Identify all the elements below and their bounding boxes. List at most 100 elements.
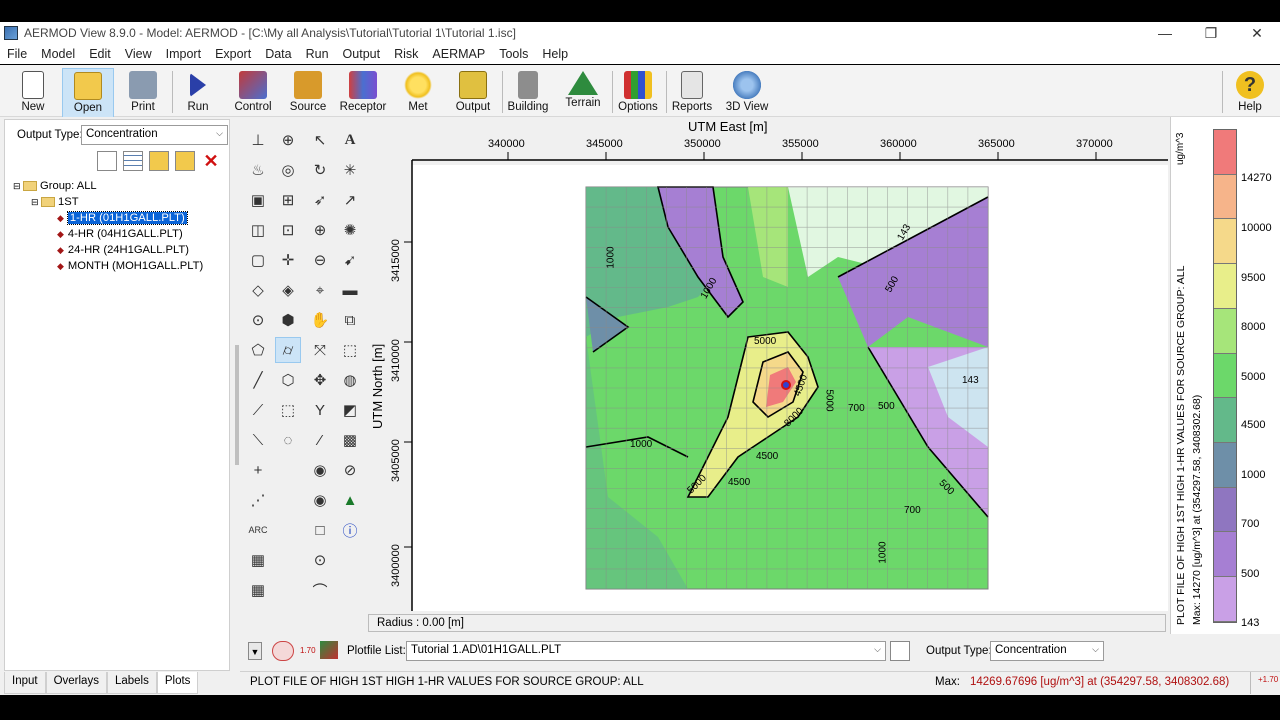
line-icon[interactable]: ⟍ — [245, 427, 271, 453]
circle-tool-icon[interactable]: ⊙ — [307, 547, 333, 573]
zoom-in-icon[interactable]: ⊕ — [307, 217, 333, 243]
preview-plot-icon[interactable] — [890, 641, 910, 661]
menu-file[interactable]: File — [0, 47, 34, 61]
delete-icon[interactable]: ✕ — [201, 151, 221, 171]
export-folder-icon[interactable] — [149, 151, 169, 171]
rectangle-icon[interactable]: □ — [307, 517, 333, 543]
node-icon[interactable]: ⊡ — [275, 217, 301, 243]
expand-icon[interactable]: ✥ — [307, 367, 333, 393]
menu-view[interactable]: View — [118, 47, 159, 61]
flare-tool-icon[interactable]: ♨ — [245, 157, 271, 183]
target-icon[interactable]: ◎ — [275, 157, 301, 183]
globe-icon[interactable]: ◍ — [337, 367, 363, 393]
area-source-icon[interactable]: ▣ — [245, 187, 271, 213]
label-size-icon[interactable]: 1.70 — [300, 646, 316, 655]
info-icon[interactable]: ⓘ — [337, 517, 363, 543]
color-grid-icon[interactable]: ▩ — [337, 427, 363, 453]
zoom-extent-icon[interactable]: ⧉ — [337, 307, 363, 333]
tab-overlays[interactable]: Overlays — [45, 672, 107, 694]
tab-input[interactable]: Input — [4, 672, 46, 694]
output-button[interactable]: Output — [447, 68, 499, 118]
import-folder-icon[interactable] — [175, 151, 195, 171]
tab-plots[interactable]: Plots — [156, 672, 199, 694]
grid-icon[interactable]: ▦ — [245, 577, 271, 603]
contour-fill-icon[interactable] — [272, 641, 294, 661]
building-button[interactable]: Building — [502, 68, 554, 118]
polygon-source-icon[interactable]: ⬠ — [245, 337, 271, 363]
line-source-icon[interactable]: ╱ — [245, 367, 271, 393]
building-tool-icon[interactable]: ⬢ — [275, 307, 301, 333]
restore-button[interactable]: ❐ — [1188, 25, 1234, 42]
text-tool-icon[interactable]: A — [337, 127, 363, 153]
tree-item-4hr[interactable]: ◆ 4-HR (04H1GALL.PLT) — [13, 226, 203, 242]
discrete-receptor-icon[interactable]: ✛ — [275, 247, 301, 273]
tab-labels[interactable]: Labels — [106, 672, 157, 694]
tree-item-24hr[interactable]: ◆ 24-HR (24H1GALL.PLT) — [13, 242, 203, 258]
multiline-icon[interactable]: ⋰ — [245, 487, 271, 513]
tree-item-1st[interactable]: ⊟ 1ST — [13, 194, 203, 210]
openpit-icon[interactable]: ▢ — [245, 247, 271, 273]
run-button[interactable]: Run — [172, 68, 224, 118]
polar-grid-icon[interactable]: ⊕ — [275, 127, 301, 153]
3d-view-button[interactable]: 3D View — [721, 68, 773, 118]
tank-icon[interactable]: ⬡ — [275, 367, 301, 393]
pan-hand-icon[interactable]: ✋ — [307, 307, 333, 333]
menu-edit[interactable]: Edit — [82, 47, 118, 61]
new-button[interactable]: New — [7, 68, 59, 118]
menu-output[interactable]: Output — [336, 47, 388, 61]
menu-data[interactable]: Data — [258, 47, 298, 61]
cube-icon[interactable]: ◈ — [275, 277, 301, 303]
volume-icon[interactable]: ◇ — [245, 277, 271, 303]
fenceline-icon[interactable]: ⬚ — [275, 397, 301, 423]
terrain-plot-icon[interactable] — [320, 641, 338, 659]
menu-export[interactable]: Export — [208, 47, 258, 61]
ruler-tool-icon[interactable]: ⁄ — [307, 427, 333, 453]
compass-icon[interactable]: ✺ — [337, 217, 363, 243]
area-edit-icon[interactable]: ◫ — [245, 217, 271, 243]
freeform-icon[interactable]: ⌒ — [307, 577, 333, 603]
preview-icon[interactable] — [97, 151, 117, 171]
menu-run[interactable]: Run — [299, 47, 336, 61]
splitter-handle[interactable] — [235, 345, 239, 465]
center-icon[interactable]: ⌖ — [307, 277, 333, 303]
plotfile-list-dropdown[interactable]: Tutorial 1.AD\01H1GALL.PLT ⌵ — [406, 641, 886, 661]
table-icon[interactable] — [123, 151, 143, 171]
contour-edit-icon[interactable]: ◉ — [307, 487, 333, 513]
arrow-tool-icon[interactable]: ↗ — [337, 187, 363, 213]
open-button[interactable]: Open — [62, 68, 114, 118]
minimize-button[interactable]: — — [1142, 25, 1188, 41]
tree-item-1hr[interactable]: ◆ 1-HR (01H1GALL.PLT) — [13, 210, 203, 226]
cartesian-grid-icon[interactable]: ⊞ — [275, 187, 301, 213]
tree-item-month[interactable]: ◆ MONTH (MOH1GALL.PLT) — [13, 258, 203, 274]
label-size-icon[interactable]: +1.70 — [1258, 675, 1278, 684]
plot-area[interactable]: UTM East [m] 340000 345000 350000 355000… — [368, 117, 1168, 611]
menu-model[interactable]: Model — [34, 47, 82, 61]
zoom-out-icon[interactable]: ⊖ — [307, 247, 333, 273]
contour-icon[interactable]: ◉ — [307, 457, 333, 483]
plus-icon[interactable]: + — [245, 457, 271, 483]
circle-source-icon[interactable]: ⊙ — [245, 307, 271, 333]
zoom-fit-icon[interactable]: ⤧ — [307, 337, 333, 363]
menu-import[interactable]: Import — [159, 47, 208, 61]
north-arrow-icon[interactable]: ➹ — [337, 247, 363, 273]
source-button[interactable]: Source — [282, 68, 334, 118]
options-button[interactable]: Options — [612, 68, 664, 118]
print-button[interactable]: Print — [117, 68, 169, 118]
asterisk-icon[interactable]: ✳ — [337, 157, 363, 183]
circle-fence-icon[interactable]: ◌ — [275, 427, 301, 453]
control-button[interactable]: Control — [227, 68, 279, 118]
layer-icon[interactable]: ◩ — [337, 397, 363, 423]
lineroad-icon[interactable]: ⟋ — [245, 397, 271, 423]
output-type-dropdown[interactable]: Concentration ⌵ — [81, 125, 228, 145]
scale-bar-icon[interactable]: ▬ — [337, 277, 363, 303]
grid-fill-icon[interactable]: ▦ — [245, 547, 271, 573]
menu-help[interactable]: Help — [535, 47, 575, 61]
rotate-icon[interactable]: ↻ — [307, 157, 333, 183]
menu-aermap[interactable]: AERMAP — [425, 47, 492, 61]
source-marker[interactable] — [781, 380, 791, 390]
menu-risk[interactable]: Risk — [387, 47, 425, 61]
tree-group-all[interactable]: ⊟ Group: ALL — [13, 178, 203, 194]
dropdown-arrow-icon[interactable]: ▼ — [248, 642, 262, 660]
contour-remove-icon[interactable]: ⊘ — [337, 457, 363, 483]
terrain-button[interactable]: Terrain — [557, 68, 609, 118]
